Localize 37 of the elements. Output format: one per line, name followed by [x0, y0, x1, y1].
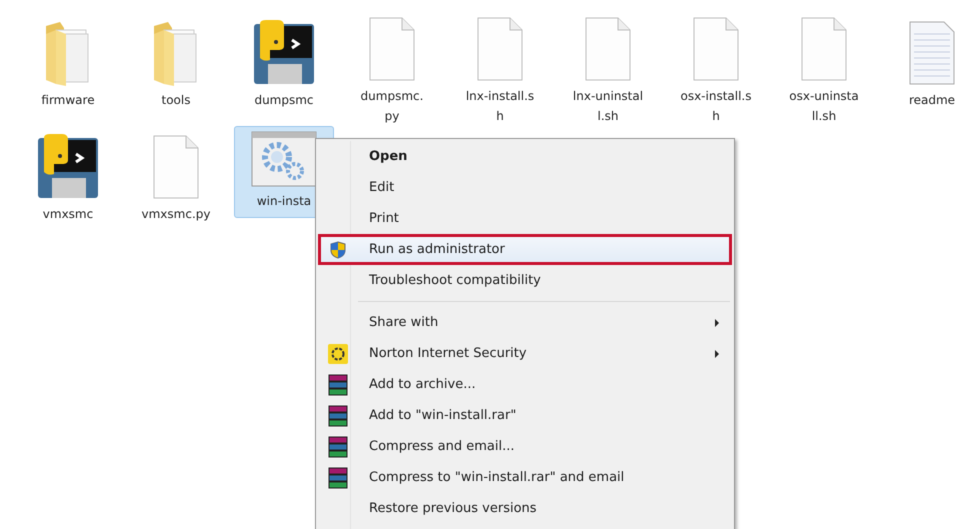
shield-icon	[330, 240, 346, 258]
menu-item[interactable]: Compress and email...	[318, 431, 732, 462]
file-item[interactable]: dumpsmc	[234, 12, 334, 122]
submenu-arrow-icon	[715, 350, 719, 358]
menu-item[interactable]: Restore previous versions	[318, 493, 732, 524]
menu-item[interactable]: Compress to "win-install.rar" and email	[318, 462, 732, 493]
blank-file-icon	[692, 16, 740, 82]
file-item[interactable]: dumpsmc. py	[342, 12, 442, 122]
file-item[interactable]: tools	[126, 12, 226, 122]
books-icon	[327, 374, 349, 396]
books-icon	[327, 466, 349, 488]
menu-item[interactable]: Add to archive...	[318, 369, 732, 400]
menu-item[interactable]: Add to "win-install.rar"	[318, 400, 732, 431]
blank-file-icon	[584, 16, 632, 82]
file-item[interactable]: lnx-install.s h	[450, 12, 550, 122]
menu-item[interactable]: Troubleshoot compatibility	[318, 265, 732, 296]
file-item[interactable]: readme	[882, 12, 975, 122]
file-item[interactable]: vmxsmc.py	[126, 126, 226, 236]
python-floppy-icon	[36, 134, 100, 200]
text-file-icon	[908, 20, 956, 86]
submenu-arrow-icon	[715, 318, 719, 326]
blank-file-icon	[152, 134, 200, 200]
file-item[interactable]: osx-install.s h	[666, 12, 766, 122]
file-item[interactable]: vmxsmc	[18, 126, 118, 236]
blank-file-icon	[476, 16, 524, 82]
books-icon	[327, 404, 349, 426]
blank-file-icon	[800, 16, 848, 82]
menu-item[interactable]: Share with	[318, 307, 732, 338]
menu-item[interactable]: Norton Internet Security	[318, 338, 732, 369]
file-item[interactable]: firmware	[18, 12, 118, 122]
blank-file-icon	[368, 16, 416, 82]
file-item[interactable]: osx-uninsta ll.sh	[774, 12, 874, 122]
menu-item[interactable]: Run as administrator	[318, 234, 732, 265]
norton-icon	[328, 344, 348, 364]
books-icon	[327, 436, 349, 458]
python-floppy-icon	[252, 20, 316, 86]
file-item[interactable]: lnx-uninstal l.sh	[558, 12, 658, 122]
